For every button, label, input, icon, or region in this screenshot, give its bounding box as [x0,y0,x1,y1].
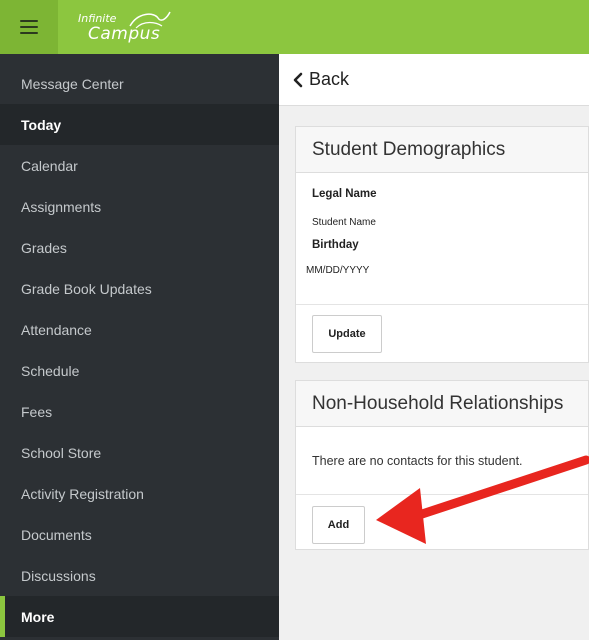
sidebar-item-label: Documents [21,526,92,543]
sidebar-item-label: Grades [21,239,67,256]
sidebar-item-schedule[interactable]: Schedule [0,350,279,391]
sidebar-item-grades[interactable]: Grades [0,227,279,268]
sidebar-item-calendar[interactable]: Calendar [0,145,279,186]
menu-button[interactable] [0,0,58,54]
sidebar-item-label: Discussions [21,567,96,584]
non-household-title: Non-Household Relationships [296,381,588,427]
sidebar-nav: Message Center Today Calendar Assignment… [0,54,279,640]
sidebar-item-grade-book-updates[interactable]: Grade Book Updates [0,268,279,309]
sidebar-item-message-center[interactable]: Message Center [0,63,279,104]
sidebar-item-label: Message Center [21,75,124,92]
sidebar-item-discussions[interactable]: Discussions [0,555,279,596]
birthday-label: Birthday [312,239,359,251]
sidebar-item-today[interactable]: Today [0,104,279,145]
sidebar-item-more[interactable]: More [0,596,279,637]
sidebar-item-label: Activity Registration [21,485,144,502]
sidebar-item-label: Grade Book Updates [21,280,152,297]
back-label: Back [309,69,350,89]
update-button[interactable]: Update [312,315,382,353]
top-bar: Infinite Campus [0,0,589,54]
red-arrow-icon [376,455,589,544]
sidebar-item-attendance[interactable]: Attendance [0,309,279,350]
add-button[interactable]: Add [312,506,365,544]
sidebar-item-label: Calendar [21,157,78,174]
sidebar-item-label: Schedule [21,362,80,379]
campus-logo[interactable]: Infinite Campus [74,8,184,46]
sidebar-item-label: Today [21,116,62,133]
sidebar-item-school-store[interactable]: School Store [0,432,279,473]
sidebar-item-label: School Store [21,444,102,461]
birthday-value: MM/DD/YYYY [306,265,370,276]
sidebar-item-assignments[interactable]: Assignments [0,186,279,227]
sidebar-item-activity-registration[interactable]: Activity Registration [0,473,279,514]
active-marker [0,596,5,637]
sidebar-item-label: Assignments [21,198,102,215]
hamburger-icon [20,20,38,34]
chevron-left-icon [293,72,303,87]
legal-name-value: Student Name [312,217,376,228]
student-demographics-card: Student Demographics Legal Name Student … [295,126,589,363]
main-content: Back Student Demographics Legal Name Stu… [279,54,589,640]
sidebar-item-fees[interactable]: Fees [0,391,279,432]
back-button[interactable]: Back [279,54,589,106]
sidebar-item-label: Fees [21,403,53,420]
logo-text-bottom: Campus [88,24,161,44]
sidebar-item-label: Attendance [21,321,92,338]
sidebar-item-documents[interactable]: Documents [0,514,279,555]
legal-name-label: Legal Name [312,188,377,200]
demographics-body: Legal Name Student Name Birthday MM/DD/Y… [296,173,588,305]
sidebar-item-label: More [21,608,55,625]
demographics-title: Student Demographics [296,127,588,173]
